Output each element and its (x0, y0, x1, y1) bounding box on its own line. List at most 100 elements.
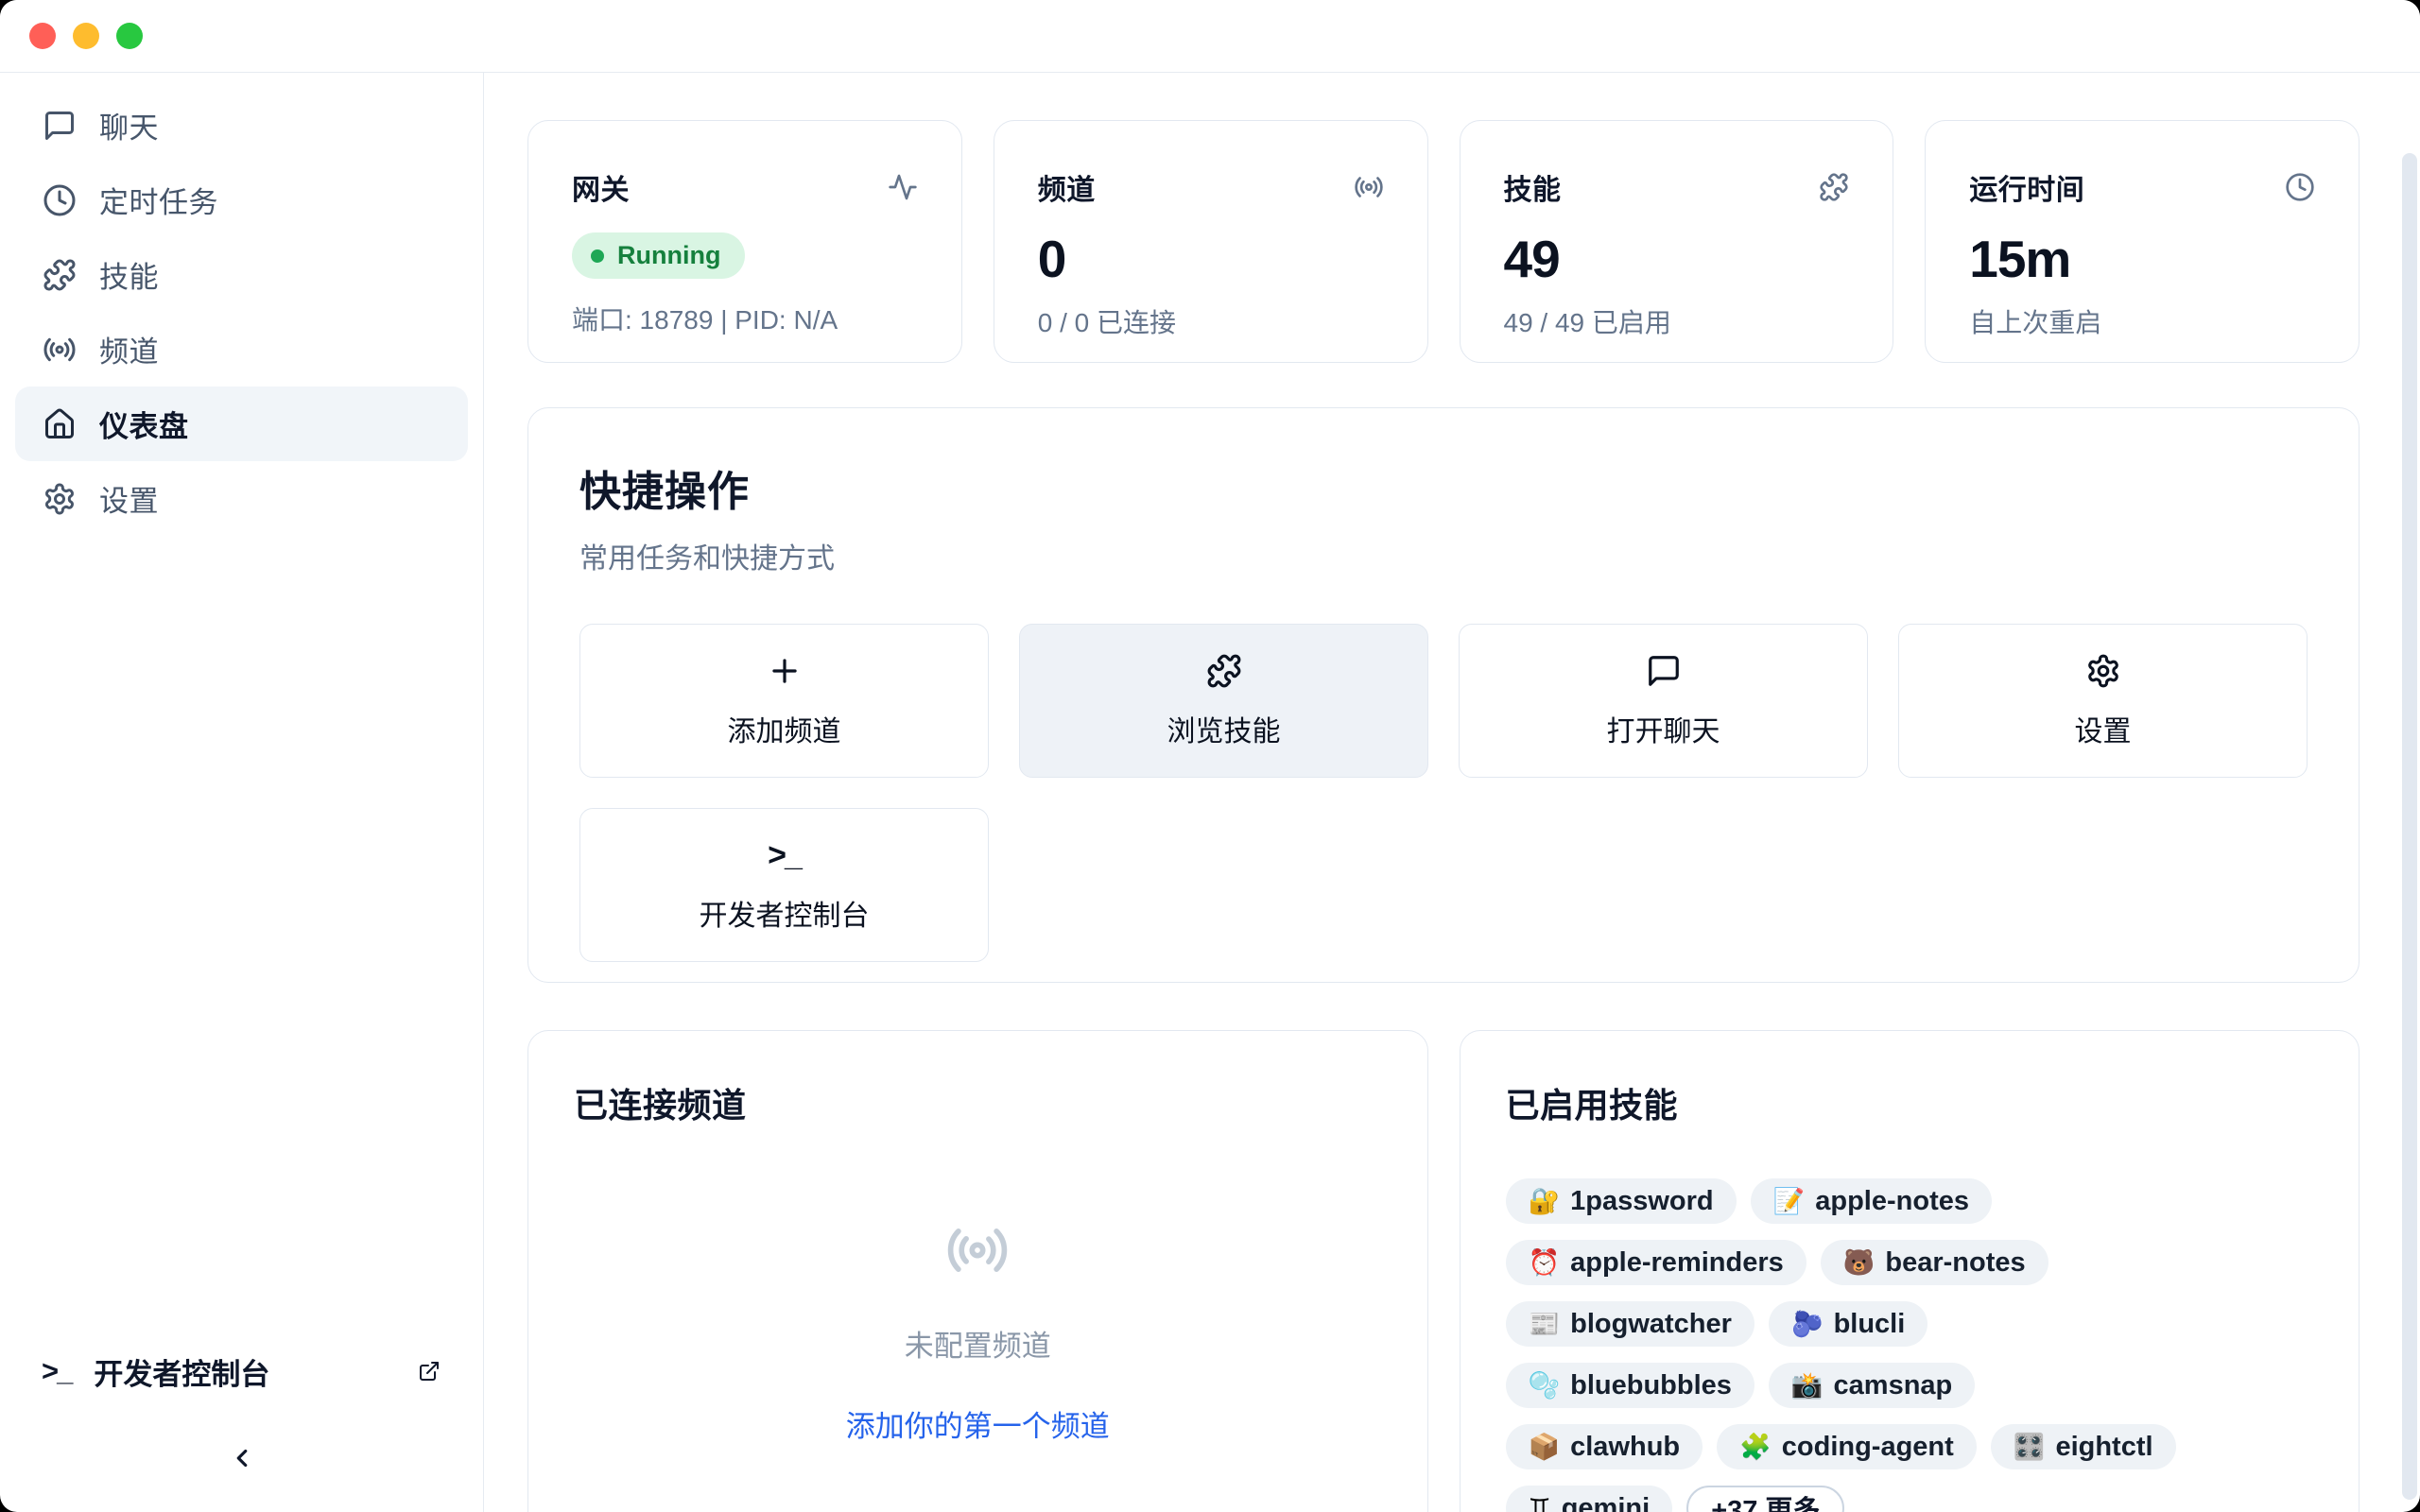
skill-chip: 🐻bear-notes (1821, 1240, 2048, 1285)
skill-emoji: 📝 (1773, 1186, 1806, 1216)
minimize-button[interactable] (73, 23, 99, 49)
uptime-card-title: 运行时间 (1969, 166, 2084, 208)
developer-console-button[interactable]: >_ 开发者控制台 (579, 808, 989, 962)
terminal-icon: >_ (768, 837, 801, 873)
app-window: 聊天 定时任务 技能 (0, 0, 2420, 1512)
skills-card-title: 技能 (1504, 166, 1562, 208)
connected-channels-card: 已连接频道 未配置频道 添加你的第一个频道 (527, 1030, 1428, 1512)
bottom-section: 已连接频道 未配置频道 添加你的第一个频道 已启用技能 🔐1password 📝… (527, 1030, 2360, 1512)
open-chat-button[interactable]: 打开聊天 (1459, 624, 1868, 778)
sidebar-nav: 聊天 定时任务 技能 (0, 88, 483, 1349)
skill-chip: ⏰apple-reminders (1506, 1240, 1806, 1285)
gateway-status-badge: Running (572, 232, 745, 279)
uptime-stat-card: 运行时间 15m 自上次重启 (1925, 120, 2360, 363)
sidebar-item-skills[interactable]: 技能 (15, 237, 468, 312)
skill-chips: 🔐1password 📝apple-notes ⏰apple-reminders… (1506, 1178, 2187, 1512)
enabled-skills-card: 已启用技能 🔐1password 📝apple-notes ⏰apple-rem… (1460, 1030, 2360, 1512)
skill-chip: ♊gemini (1506, 1486, 1673, 1512)
stat-cards: 网关 Running 端口: 18789 | PID: N/A 频道 (527, 120, 2360, 363)
skill-chip: 📸camsnap (1769, 1363, 1975, 1408)
skill-emoji: 🫧 (1529, 1370, 1561, 1400)
browse-skills-button[interactable]: 浏览技能 (1019, 624, 1428, 778)
sidebar-item-settings[interactable]: 设置 (15, 461, 468, 536)
titlebar (0, 0, 2420, 73)
sidebar-item-channels[interactable]: 频道 (15, 312, 468, 387)
sidebar: 聊天 定时任务 技能 (0, 73, 484, 1512)
quick-actions-subtitle: 常用任务和快捷方式 (579, 535, 2308, 576)
quick-actions-panel: 快捷操作 常用任务和快捷方式 添加频道 浏览技能 (527, 407, 2360, 983)
collapse-sidebar-button[interactable] (223, 1442, 261, 1474)
add-channel-button[interactable]: 添加频道 (579, 624, 989, 778)
uptime-value: 15m (1969, 229, 2315, 289)
skill-chip: 🎛️eightctl (1991, 1424, 2176, 1469)
channels-empty-state: 未配置频道 添加你的第一个频道 (574, 1218, 1382, 1445)
skills-stat-card: 技能 49 49 / 49 已启用 (1460, 120, 1894, 363)
browse-skills-label: 浏览技能 (1167, 708, 1281, 749)
sidebar-footer (0, 1442, 483, 1512)
skills-count: 49 (1504, 229, 1850, 289)
settings-button[interactable]: 设置 (1898, 624, 2308, 778)
enabled-skills-title: 已启用技能 (1506, 1078, 2314, 1127)
clock-icon (2285, 172, 2315, 202)
radio-icon (42, 332, 78, 368)
skill-emoji: 📰 (1529, 1309, 1561, 1339)
zoom-button[interactable] (116, 23, 143, 49)
skill-chip: 🫐blucli (1769, 1301, 1927, 1347)
traffic-lights (29, 23, 143, 49)
plus-icon (767, 653, 803, 689)
no-channels-text: 未配置频道 (905, 1322, 1051, 1365)
skill-chip: 📰blogwatcher (1506, 1301, 1754, 1347)
developer-console-link[interactable]: >_ 开发者控制台 (0, 1349, 483, 1393)
radio-icon (945, 1218, 1010, 1282)
gear-icon (42, 481, 78, 517)
skill-emoji: 🐻 (1843, 1247, 1876, 1278)
quick-actions-title: 快捷操作 (579, 457, 2308, 518)
home-icon (42, 406, 78, 442)
skill-chip: 📝apple-notes (1751, 1178, 1992, 1224)
sidebar-item-label: 设置 (99, 477, 159, 520)
sidebar-item-dashboard[interactable]: 仪表盘 (15, 387, 468, 461)
chat-icon (1646, 653, 1682, 689)
chat-icon (42, 108, 78, 144)
uptime-detail: 自上次重启 (1969, 302, 2315, 340)
gateway-detail: 端口: 18789 | PID: N/A (572, 300, 918, 337)
skill-emoji: 🫐 (1791, 1309, 1824, 1339)
skill-emoji: ⏰ (1529, 1247, 1561, 1278)
skill-emoji: 🎛️ (2014, 1432, 2046, 1462)
quick-actions-grid: 添加频道 浏览技能 打开聊天 (579, 624, 2308, 962)
radio-icon (1354, 172, 1384, 202)
connected-channels-title: 已连接频道 (574, 1078, 1382, 1127)
developer-console-label: 开发者控制台 (94, 1350, 418, 1393)
sidebar-item-chat[interactable]: 聊天 (15, 88, 468, 163)
external-link-icon[interactable] (418, 1360, 441, 1383)
skills-detail: 49 / 49 已启用 (1504, 302, 1850, 340)
puzzle-icon (42, 257, 78, 293)
sidebar-item-label: 技能 (99, 253, 159, 296)
status-dot (591, 249, 604, 263)
add-first-channel-link[interactable]: 添加你的第一个频道 (846, 1402, 1110, 1445)
open-chat-label: 打开聊天 (1607, 708, 1720, 749)
dashboard-main: 网关 Running 端口: 18789 | PID: N/A 频道 (484, 73, 2420, 1512)
channels-count: 0 (1038, 229, 1384, 289)
gateway-stat-card: 网关 Running 端口: 18789 | PID: N/A (527, 120, 962, 363)
gear-icon (2085, 653, 2121, 689)
vertical-scrollbar[interactable] (2402, 153, 2417, 1500)
sidebar-item-label: 聊天 (99, 104, 159, 146)
sidebar-item-label: 频道 (99, 328, 159, 370)
skill-emoji: 🔐 (1529, 1186, 1561, 1216)
sidebar-item-label: 仪表盘 (99, 403, 189, 445)
skill-chip: 🧩coding-agent (1717, 1424, 1977, 1469)
channels-stat-card: 频道 0 0 / 0 已连接 (994, 120, 1428, 363)
skill-chip: 📦clawhub (1506, 1424, 1703, 1469)
gateway-status-label: Running (617, 241, 720, 270)
skill-emoji: 🧩 (1739, 1432, 1772, 1462)
activity-icon (888, 172, 918, 202)
close-button[interactable] (29, 23, 56, 49)
sidebar-item-scheduled-tasks[interactable]: 定时任务 (15, 163, 468, 237)
more-skills-chip[interactable]: +37 更多 (1686, 1486, 1844, 1512)
puzzle-icon (1819, 172, 1849, 202)
clock-icon (42, 182, 78, 218)
skill-emoji: 📦 (1529, 1432, 1561, 1462)
add-channel-label: 添加频道 (728, 708, 841, 749)
skill-chip: 🔐1password (1506, 1178, 1737, 1224)
